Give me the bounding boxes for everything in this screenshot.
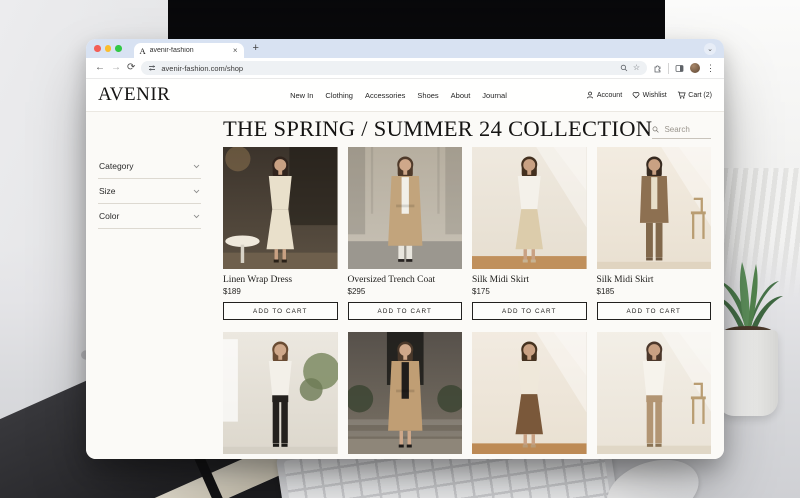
product-card: model in white top and brown silk skirt …	[472, 332, 587, 454]
add-to-cart-button[interactable]: ADD TO CART	[597, 302, 712, 320]
tab-overview-chevron-icon[interactable]: ⌄	[704, 43, 716, 55]
add-to-cart-button[interactable]: ADD TO CART	[348, 302, 463, 320]
new-tab-button[interactable]: +	[253, 43, 259, 54]
nav-shoes[interactable]: Shoes	[417, 91, 438, 100]
add-to-cart-button[interactable]: ADD TO CART	[472, 302, 587, 320]
tab-close-icon[interactable]: ×	[233, 47, 238, 55]
address-bar[interactable]: avenir-fashion.com/shop ☆	[141, 61, 647, 75]
chevron-down-icon	[193, 214, 200, 219]
collection-content: THE SPRING / SUMMER 24 COLLECTION model …	[223, 118, 711, 459]
nav-accessories[interactable]: Accessories	[365, 91, 405, 100]
product-card: model in white tank top and black trouse…	[223, 332, 338, 454]
site-info-icon[interactable]	[148, 64, 156, 72]
page-title: THE SPRING / SUMMER 24 COLLECTION	[223, 118, 652, 141]
nav-journal[interactable]: Journal	[482, 91, 507, 100]
product-card: model in brown relaxed suit in sunlit ro…	[597, 147, 712, 321]
product-price: $295	[348, 287, 463, 296]
tab-title: avenir-fashion	[150, 47, 229, 54]
chevron-down-icon	[193, 189, 200, 194]
account-icon	[586, 91, 594, 99]
add-to-cart-button[interactable]: ADD TO CART	[223, 302, 338, 320]
product-image[interactable]: model in white tank top and black trouse…	[223, 332, 338, 454]
cart-icon	[677, 91, 686, 99]
product-name[interactable]: Linen Wrap Dress	[223, 275, 338, 285]
cart-link[interactable]: Cart (2)	[677, 91, 712, 99]
plant-pot	[718, 330, 778, 416]
product-card: model in cream wrap dress seated at pari…	[223, 147, 338, 321]
side-panel-icon[interactable]	[675, 64, 684, 73]
zoom-icon[interactable]	[620, 64, 628, 72]
product-image[interactable]: model in white shirt and tan trousers in…	[597, 332, 712, 454]
product-image[interactable]: model in white shirt and champagne silk …	[472, 147, 587, 269]
product-card: model in white shirt and tan trousers in…	[597, 332, 712, 454]
product-image[interactable]: model in white top and brown silk skirt …	[472, 332, 587, 454]
browser-tab[interactable]: A avenir-fashion ×	[134, 43, 244, 58]
search-input[interactable]	[664, 125, 711, 134]
product-name[interactable]: Silk Midi Skirt	[597, 275, 712, 285]
nav-clothing[interactable]: Clothing	[325, 91, 353, 100]
close-window-button[interactable]	[94, 45, 101, 52]
product-card: model in beige trench coat walking city …	[348, 147, 463, 321]
wishlist-link[interactable]: Wishlist	[632, 91, 667, 99]
forward-button[interactable]: →	[111, 63, 121, 73]
browser-toolbar: ← → ⟳ avenir-fashion.com/shop ☆ ⋮	[86, 58, 724, 79]
browser-window: A avenir-fashion × + ⌄ ← → ⟳ avenir-fash…	[86, 39, 724, 459]
extensions-icon[interactable]	[653, 64, 662, 73]
site-logo[interactable]: AVENIR	[98, 84, 170, 106]
shop-page: Category Size Color THE SPRING / SUMMER …	[86, 112, 724, 459]
product-image[interactable]: model in beige trench coat walking city …	[348, 147, 463, 269]
window-controls	[94, 45, 122, 52]
site-header: AVENIR New In Clothing Accessories Shoes…	[86, 79, 724, 112]
product-name[interactable]: Silk Midi Skirt	[472, 275, 587, 285]
reload-button[interactable]: ⟳	[127, 63, 135, 73]
product-image[interactable]: model in trench coat over black dress on…	[348, 332, 463, 454]
product-card: model in trench coat over black dress on…	[348, 332, 463, 454]
filter-size[interactable]: Size	[98, 179, 201, 204]
header-utilities: Account Wishlist Cart (2)	[586, 91, 712, 99]
product-price: $185	[597, 287, 712, 296]
account-link[interactable]: Account	[586, 91, 622, 99]
minimize-window-button[interactable]	[105, 45, 112, 52]
search-box[interactable]	[652, 125, 711, 139]
product-price: $189	[223, 287, 338, 296]
profile-avatar[interactable]	[690, 63, 700, 73]
chevron-down-icon	[193, 164, 200, 169]
product-image[interactable]: model in brown relaxed suit in sunlit ro…	[597, 147, 712, 269]
filter-category[interactable]: Category	[98, 154, 201, 179]
product-image[interactable]: model in cream wrap dress seated at pari…	[223, 147, 338, 269]
product-card: model in white shirt and champagne silk …	[472, 147, 587, 321]
product-grid-row-1: model in cream wrap dress seated at pari…	[223, 147, 711, 321]
tab-bar: A avenir-fashion × + ⌄	[86, 39, 724, 58]
product-price: $175	[472, 287, 587, 296]
heart-icon	[632, 91, 640, 99]
main-nav: New In Clothing Accessories Shoes About …	[290, 91, 507, 100]
filter-color[interactable]: Color	[98, 204, 201, 229]
bookmark-star-icon[interactable]: ☆	[633, 64, 640, 72]
filter-sidebar: Category Size Color	[98, 154, 201, 459]
nav-about[interactable]: About	[451, 91, 471, 100]
site-viewport: AVENIR New In Clothing Accessories Shoes…	[86, 79, 724, 459]
toolbar-divider	[668, 63, 669, 74]
back-button[interactable]: ←	[95, 63, 105, 73]
tab-favicon: A	[140, 46, 146, 56]
zoom-window-button[interactable]	[115, 45, 122, 52]
url-text: avenir-fashion.com/shop	[161, 64, 243, 73]
browser-menu-icon[interactable]: ⋮	[706, 64, 715, 73]
nav-new-in[interactable]: New In	[290, 91, 313, 100]
product-grid-row-2: model in white tank top and black trouse…	[223, 332, 711, 454]
product-name[interactable]: Oversized Trench Coat	[348, 275, 463, 285]
search-icon	[652, 125, 659, 134]
